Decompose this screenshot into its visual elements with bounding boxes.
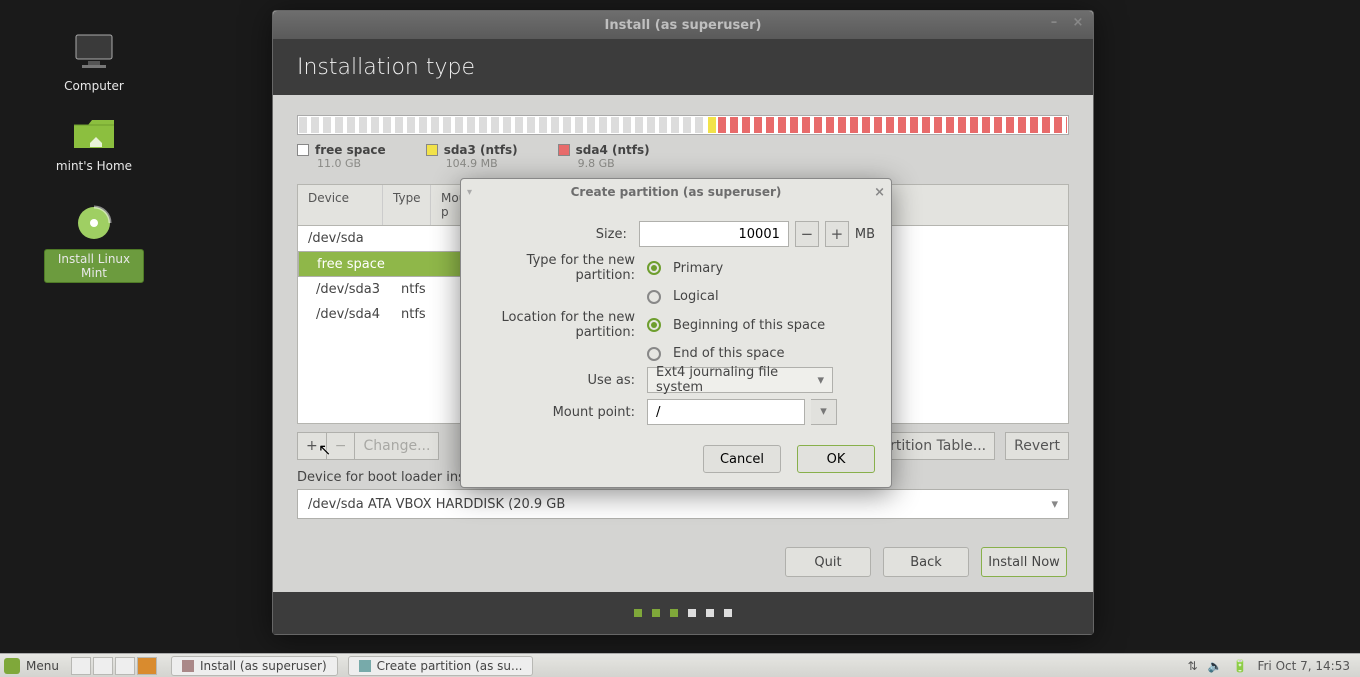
page-header: Installation type <box>273 39 1093 95</box>
desktop-icon-label: Computer <box>64 79 124 93</box>
desktop-icon-installer[interactable]: Install Linux Mint <box>44 203 144 283</box>
step-indicator <box>273 592 1093 634</box>
desktop-icon-home[interactable]: mint's Home <box>44 113 144 173</box>
close-button[interactable]: × <box>1069 15 1087 33</box>
taskbar: Menu Install (as superuser) Create parti… <box>0 653 1360 677</box>
monitor-icon <box>70 33 118 73</box>
radio-location-begin[interactable] <box>647 318 661 332</box>
clock[interactable]: Fri Oct 7, 14:53 <box>1257 659 1350 673</box>
use-as-label: Use as: <box>477 373 647 388</box>
size-label: Size: <box>477 227 639 242</box>
radio-location-end[interactable] <box>647 347 661 361</box>
bootloader-device-combo[interactable]: /dev/sda ATA VBOX HARDDISK (20.9 GB <box>297 489 1069 519</box>
disc-icon <box>70 203 118 243</box>
browser-launcher[interactable] <box>137 657 157 675</box>
size-decrement-button[interactable]: − <box>795 221 819 247</box>
change-partition-button[interactable]: Change... <box>355 432 439 460</box>
install-now-button[interactable]: Install Now <box>981 547 1067 577</box>
dialog-title: Create partition (as superuser) <box>571 185 782 199</box>
radio-logical[interactable] <box>647 290 661 304</box>
taskbar-entry-dialog[interactable]: Create partition (as su... <box>348 656 534 676</box>
app-icon <box>182 660 194 672</box>
use-as-select[interactable]: Ext4 journaling file system <box>647 367 833 393</box>
size-input[interactable] <box>639 221 789 247</box>
taskbar-entry-installer[interactable]: Install (as superuser) <box>171 656 338 676</box>
show-desktop-launcher[interactable] <box>71 657 91 675</box>
desktop-icon-label: Install Linux Mint <box>44 249 144 283</box>
mount-point-dropdown-button[interactable]: ▾ <box>811 399 837 425</box>
file-manager-launcher[interactable] <box>93 657 113 675</box>
table-row-selected[interactable]: free space <box>298 251 484 277</box>
mint-logo-icon <box>4 658 20 674</box>
size-unit: MB <box>855 227 875 242</box>
back-button[interactable]: Back <box>883 547 969 577</box>
mouse-cursor-icon: ↖ <box>318 440 331 459</box>
cancel-button[interactable]: Cancel <box>703 445 781 473</box>
quit-button[interactable]: Quit <box>785 547 871 577</box>
start-menu-button[interactable]: Menu <box>0 658 67 674</box>
grip-icon: ▾ <box>467 187 472 198</box>
folder-home-icon <box>70 113 118 153</box>
app-icon <box>359 660 371 672</box>
window-title: Install (as superuser) <box>605 18 762 33</box>
mount-point-input[interactable] <box>647 399 805 425</box>
battery-icon[interactable]: 🔋 <box>1233 659 1248 673</box>
revert-button[interactable]: Revert <box>1005 432 1069 460</box>
network-icon[interactable]: ⇅ <box>1188 659 1198 673</box>
size-increment-button[interactable]: + <box>825 221 849 247</box>
volume-icon[interactable]: 🔈 <box>1208 659 1223 673</box>
desktop-icon-label: mint's Home <box>56 159 132 173</box>
col-device[interactable]: Device <box>298 185 383 225</box>
minimize-button[interactable]: – <box>1045 15 1063 33</box>
ok-button[interactable]: OK <box>797 445 875 473</box>
create-partition-dialog: ▾ Create partition (as superuser) × Size… <box>460 178 892 488</box>
window-titlebar[interactable]: Install (as superuser) – × <box>273 11 1093 39</box>
location-label: Location for the new partition: <box>477 310 647 340</box>
terminal-launcher[interactable] <box>115 657 135 675</box>
radio-primary[interactable] <box>647 261 661 275</box>
partition-type-label: Type for the new partition: <box>477 253 647 283</box>
desktop-icon-computer[interactable]: Computer <box>44 33 144 93</box>
close-icon[interactable]: × <box>874 185 885 200</box>
dialog-titlebar[interactable]: ▾ Create partition (as superuser) × <box>461 179 891 205</box>
partition-usage-bar[interactable] <box>297 115 1069 135</box>
partition-legend: free space11.0 GB sda3 (ntfs)104.9 MB sd… <box>297 143 1069 170</box>
mount-point-label: Mount point: <box>477 405 647 420</box>
col-type[interactable]: Type <box>383 185 431 225</box>
